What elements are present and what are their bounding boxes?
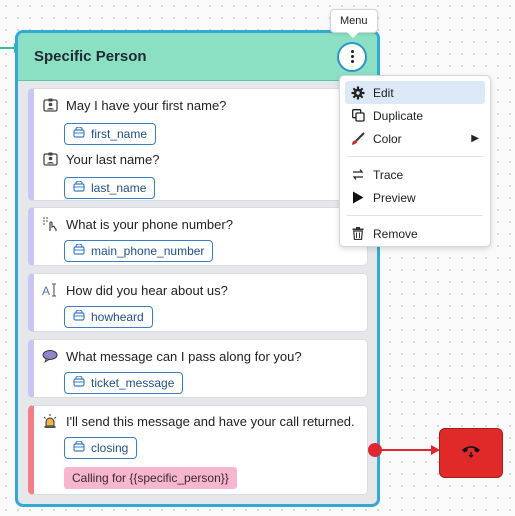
menu-item-trace[interactable]: Trace — [345, 163, 485, 186]
text-input-icon: A — [42, 282, 58, 298]
gear-icon — [351, 86, 365, 100]
question-row: A How did you hear about us? — [42, 282, 228, 298]
trace-arrows-icon — [351, 168, 365, 182]
question-row: Your last name? — [42, 151, 159, 167]
step-name[interactable]: May I have your first name? first_name Y… — [28, 88, 368, 201]
calling-for-tag: Calling for {{specific_person}} — [64, 467, 237, 489]
svg-text:A: A — [42, 284, 50, 297]
question-text: I'll send this message and have your cal… — [66, 413, 355, 429]
menu-divider — [347, 215, 483, 216]
variable-chip[interactable]: ticket_message — [64, 372, 184, 394]
variable-chip[interactable]: main_phone_number — [64, 240, 214, 262]
question-row: What is your phone number? — [42, 216, 233, 232]
menu-label: Color — [373, 131, 402, 146]
contact-card-icon — [42, 97, 58, 113]
variable-name: first_name — [91, 127, 148, 141]
database-icon — [73, 180, 85, 195]
menu-tooltip: Menu — [330, 9, 378, 38]
menu-item-duplicate[interactable]: Duplicate — [345, 104, 485, 127]
node-context-menu: Edit Duplicate Color ▶ Trace Preview Rem… — [339, 75, 491, 247]
question-row: May I have your first name? — [42, 97, 226, 113]
keypad-touch-icon — [42, 216, 58, 232]
step-closing[interactable]: I'll send this message and have your cal… — [28, 405, 368, 495]
contact-card-icon — [42, 151, 58, 167]
menu-label: Duplicate — [373, 108, 424, 123]
database-icon — [73, 126, 85, 141]
menu-item-edit[interactable]: Edit — [345, 81, 485, 104]
speech-bubble-icon — [42, 348, 58, 364]
menu-item-preview[interactable]: Preview — [345, 186, 485, 209]
alarm-bell-icon — [42, 413, 58, 429]
play-icon — [351, 191, 365, 205]
flow-node-specific-person[interactable]: Specific Person May I have your first na… — [15, 30, 380, 507]
question-row: I'll send this message and have your cal… — [42, 413, 355, 429]
question-text: May I have your first name? — [66, 97, 227, 113]
variable-name: main_phone_number — [91, 244, 205, 258]
menu-label: Edit — [373, 85, 394, 100]
copy-icon — [351, 109, 365, 123]
question-row: What message can I pass along for you? — [42, 348, 302, 364]
variable-name: howheard — [91, 310, 144, 324]
kebab-icon — [350, 50, 354, 63]
database-icon — [73, 243, 85, 258]
step-howheard[interactable]: A How did you hear about us? howheard — [28, 273, 368, 332]
menu-label: Trace — [373, 167, 404, 182]
variable-chip[interactable]: closing — [64, 437, 138, 459]
node-title: Specific Person — [34, 48, 147, 65]
submenu-arrow-icon: ▶ — [471, 133, 479, 144]
database-icon — [73, 375, 85, 390]
paint-brush-icon — [351, 131, 365, 146]
hangup-node[interactable] — [439, 428, 503, 478]
outgoing-connector — [368, 443, 440, 457]
question-text: What message can I pass along for you? — [66, 348, 302, 364]
node-header[interactable]: Specific Person — [18, 33, 377, 81]
trash-icon — [351, 227, 365, 241]
variable-chip[interactable]: last_name — [64, 177, 156, 199]
menu-divider — [347, 156, 483, 157]
variable-name: closing — [91, 441, 129, 455]
menu-item-color[interactable]: Color ▶ — [345, 127, 485, 150]
step-phone[interactable]: What is your phone number? main_phone_nu… — [28, 207, 368, 266]
variable-chip[interactable]: howheard — [64, 306, 153, 328]
question-text: How did you hear about us? — [66, 282, 228, 298]
database-icon — [73, 309, 85, 324]
variable-chip[interactable]: first_name — [64, 123, 157, 145]
variable-name: ticket_message — [91, 376, 175, 390]
menu-item-remove[interactable]: Remove — [345, 222, 485, 245]
menu-label: Preview — [373, 190, 416, 205]
question-text: Your last name? — [66, 151, 160, 167]
variable-name: last_name — [91, 181, 147, 195]
database-icon — [73, 440, 85, 455]
node-menu-button[interactable] — [337, 41, 367, 72]
phone-hangup-icon — [461, 443, 481, 464]
menu-label: Remove — [373, 226, 418, 241]
question-text: What is your phone number? — [66, 216, 233, 232]
step-message[interactable]: What message can I pass along for you? t… — [28, 339, 368, 398]
